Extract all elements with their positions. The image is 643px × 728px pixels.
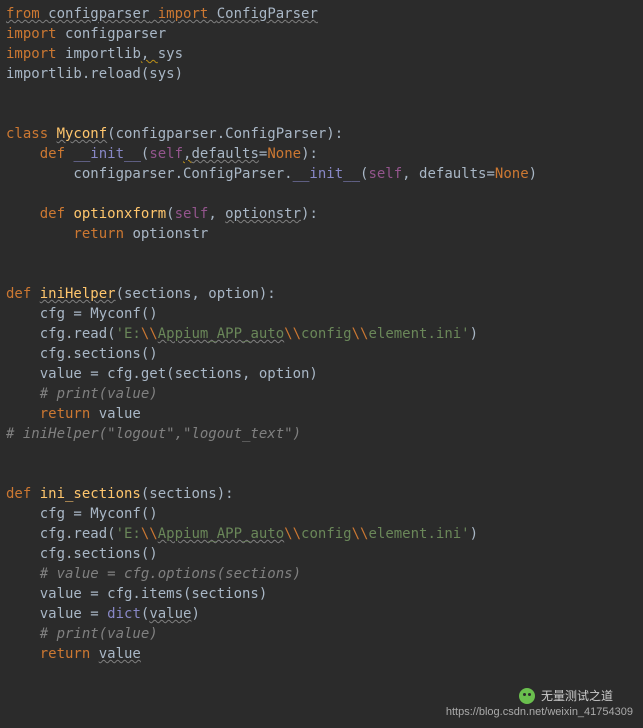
code-line: # print(value)	[6, 386, 158, 402]
code-line: importlib.reload(sys)	[6, 66, 183, 82]
code-line	[6, 186, 14, 202]
code-line: cfg.sections()	[6, 346, 158, 362]
code-line: cfg = Myconf()	[6, 506, 158, 522]
code-line: cfg.read('E:\\Appium_APP_auto\\config\\e…	[6, 326, 478, 342]
code-line: return optionstr	[6, 226, 208, 242]
code-line: def iniHelper(sections, option):	[6, 286, 276, 302]
code-line	[6, 466, 14, 482]
code-line: def optionxform(self, optionstr):	[6, 206, 318, 222]
code-line: class Myconf(configparser.ConfigParser):	[6, 126, 343, 142]
code-line	[6, 246, 14, 262]
code-line: # print(value)	[6, 626, 158, 642]
code-line: # value = cfg.options(sections)	[6, 566, 301, 582]
code-editor[interactable]: from configparser import ConfigParser im…	[6, 4, 643, 664]
code-line: return value	[6, 646, 141, 662]
code-line	[6, 86, 14, 102]
code-line: import importlib, sys	[6, 46, 183, 62]
code-line: cfg.read('E:\\Appium_APP_auto\\config\\e…	[6, 526, 478, 542]
code-line: def __init__(self,defaults=None):	[6, 146, 318, 162]
code-line: value = cfg.items(sections)	[6, 586, 267, 602]
code-line: value = cfg.get(sections, option)	[6, 366, 318, 382]
code-line: cfg = Myconf()	[6, 306, 158, 322]
code-line: def ini_sections(sections):	[6, 486, 234, 502]
code-line	[6, 446, 14, 462]
code-line: value = dict(value)	[6, 606, 200, 622]
code-line: cfg.sections()	[6, 546, 158, 562]
code-line	[6, 266, 14, 282]
code-line: configparser.ConfigParser.__init__(self,…	[6, 166, 537, 182]
watermark-text: https://blog.csdn.net/weixin_41754309	[446, 702, 633, 722]
code-line: return value	[6, 406, 141, 422]
code-line: # iniHelper("logout","logout_text")	[6, 426, 301, 442]
code-line: from configparser import ConfigParser	[6, 6, 318, 22]
code-line: import configparser	[6, 26, 166, 42]
code-line	[6, 106, 14, 122]
